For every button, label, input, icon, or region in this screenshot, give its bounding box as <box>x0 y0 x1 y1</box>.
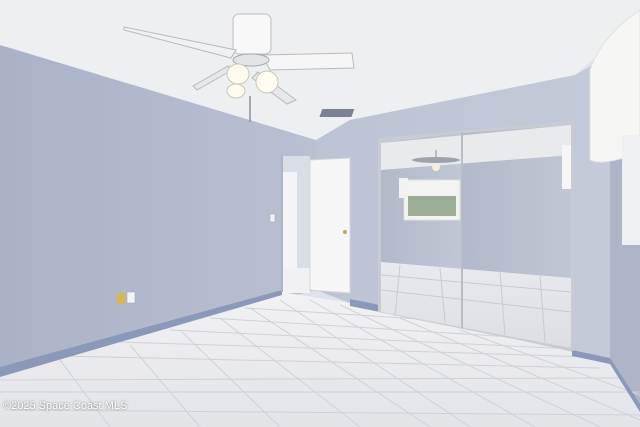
reflected-curtain <box>399 178 408 198</box>
light-switch <box>269 213 276 223</box>
reflected-window-view <box>408 196 456 216</box>
room-illustration <box>0 0 640 427</box>
open-door <box>309 157 351 294</box>
ceiling-vent <box>319 109 355 117</box>
bedroom-photo: ©2025 Space Coast MLS <box>0 0 640 427</box>
hallway-floor <box>282 268 310 293</box>
reflected-curtain-right <box>562 145 571 189</box>
hallway-door <box>283 172 297 268</box>
door-knob <box>343 230 347 234</box>
outlet-white <box>126 291 136 304</box>
outlet-yellow <box>117 293 125 304</box>
mls-watermark: ©2025 Space Coast MLS <box>3 400 128 412</box>
window-frame <box>622 135 640 245</box>
